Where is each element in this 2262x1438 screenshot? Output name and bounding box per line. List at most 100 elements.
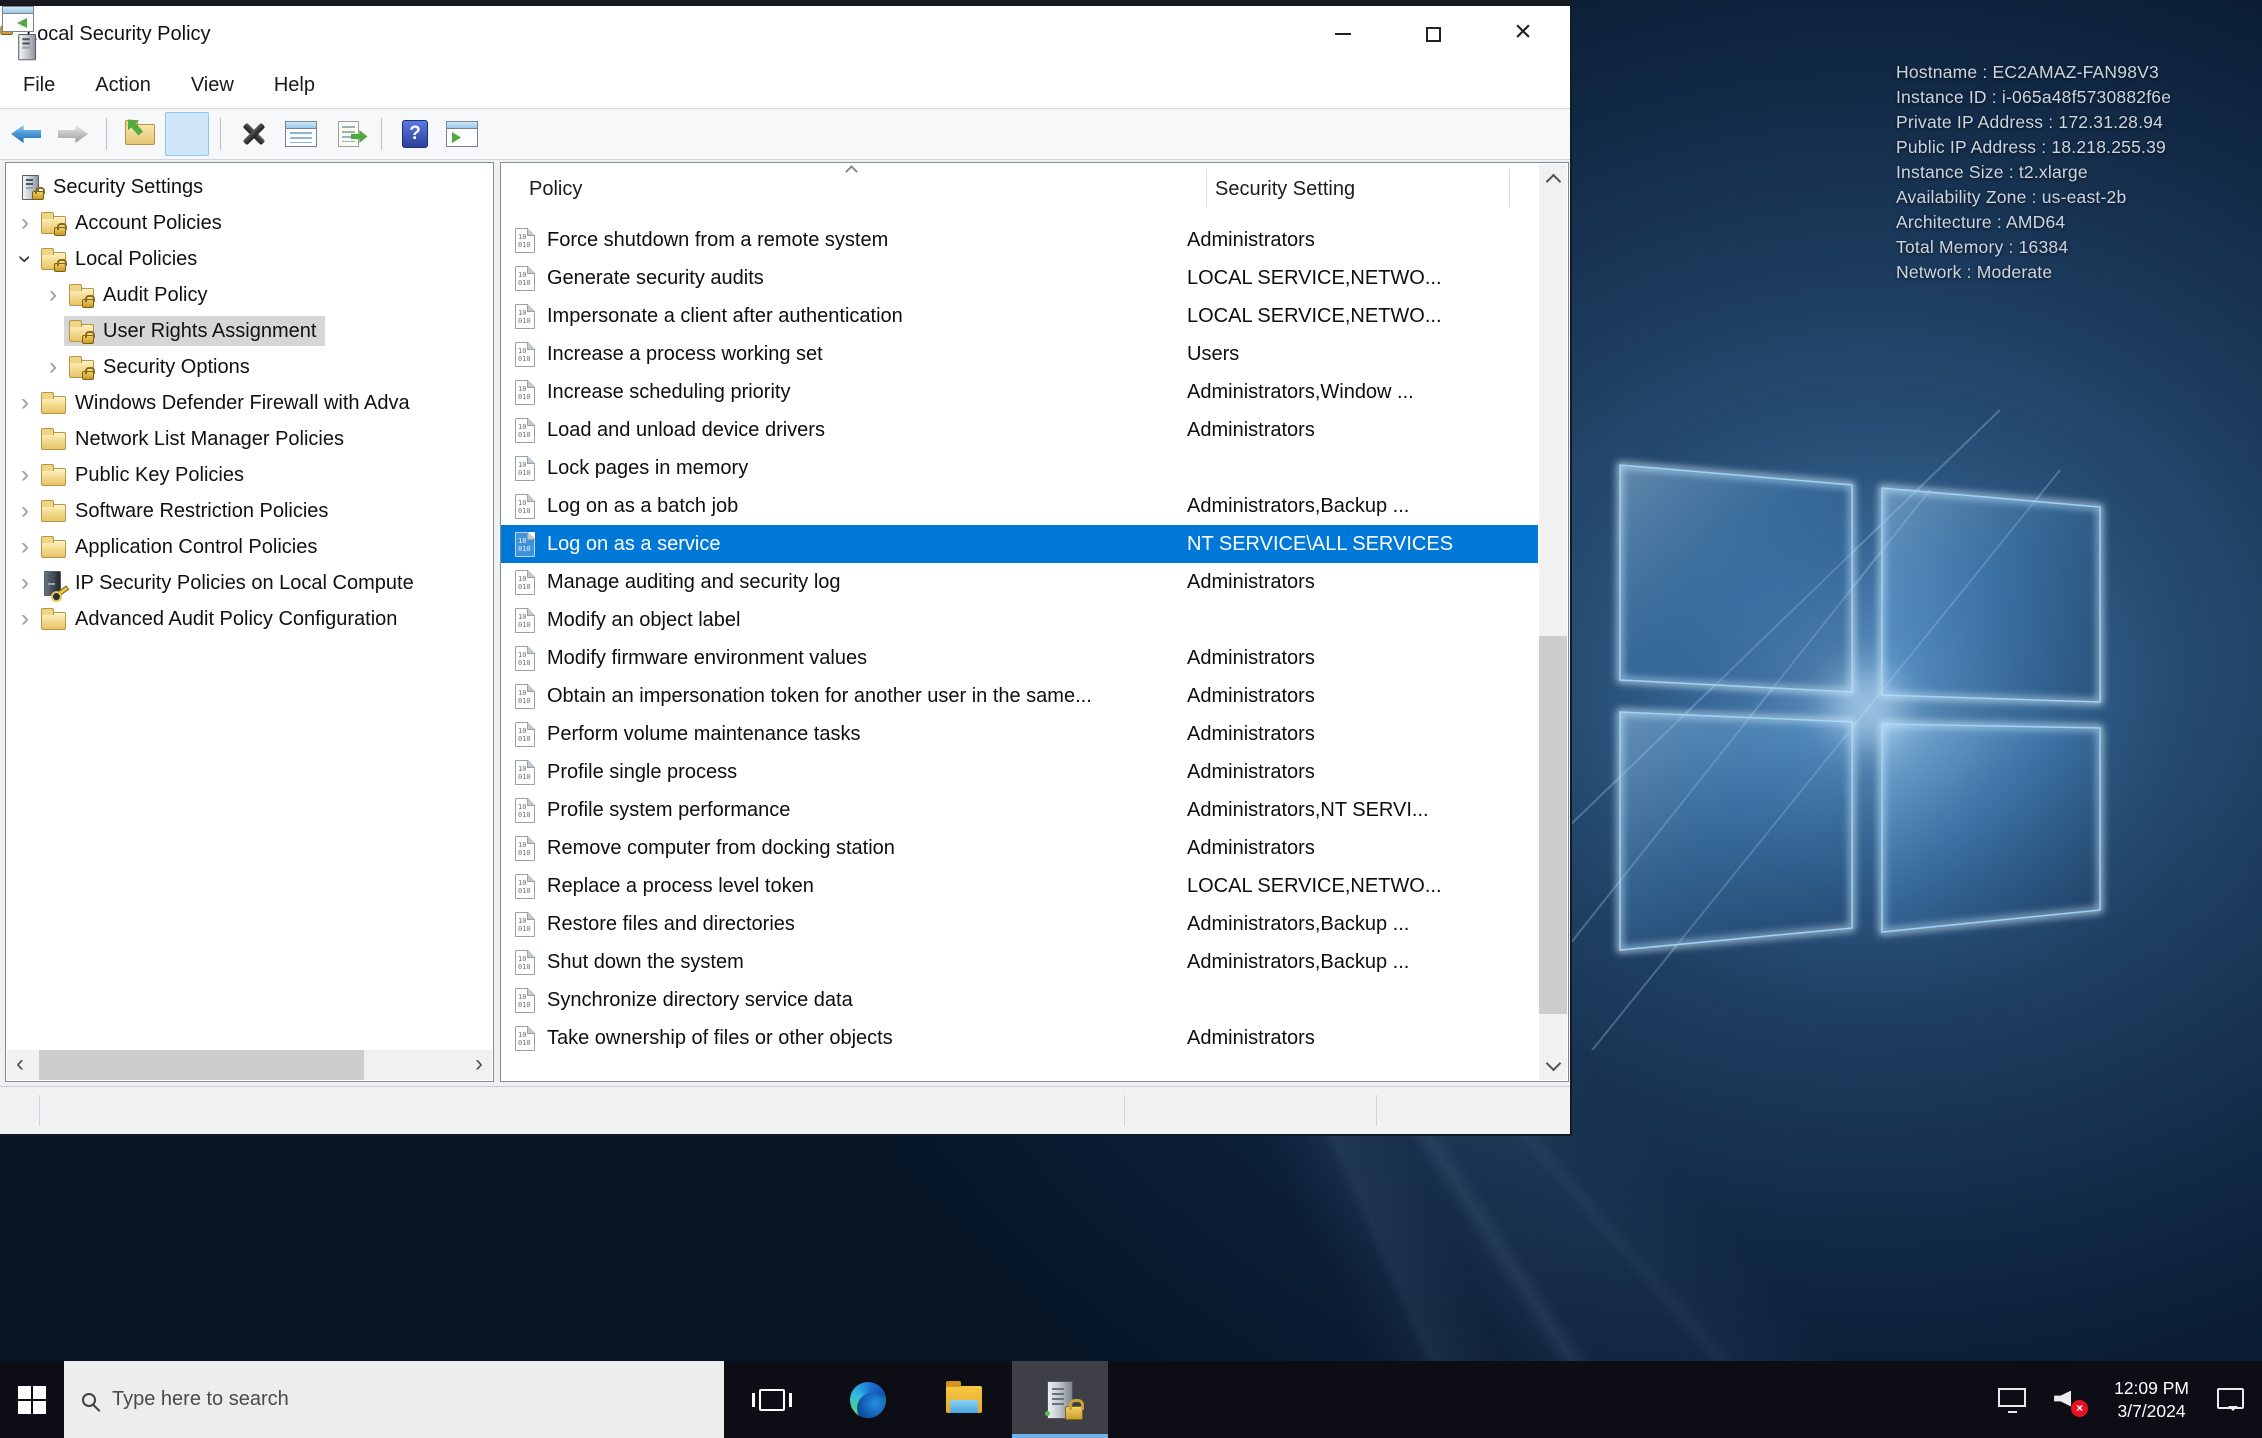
- tree-item[interactable]: Advanced Audit Policy Configuration: [8, 601, 491, 637]
- policy-row[interactable]: Shut down the system Administrators,Back…: [501, 943, 1538, 981]
- instance-info-line: Network : Moderate: [1896, 262, 2053, 282]
- policy-doc-icon: [515, 607, 535, 633]
- menu-action[interactable]: Action: [95, 74, 151, 97]
- policy-row[interactable]: Generate security audits LOCAL SERVICE,N…: [501, 259, 1538, 297]
- tree-item[interactable]: Software Restriction Policies: [8, 493, 491, 529]
- policy-row[interactable]: Log on as a service NT SERVICE\ALL SERVI…: [501, 525, 1538, 563]
- policy-row[interactable]: Obtain an impersonation token for anothe…: [501, 677, 1538, 715]
- policy-row[interactable]: Replace a process level token LOCAL SERV…: [501, 867, 1538, 905]
- tree-expander-icon[interactable]: [42, 284, 64, 306]
- tree-expander-icon[interactable]: [14, 428, 36, 450]
- task-view-button[interactable]: [724, 1361, 820, 1438]
- instance-info-line: Private IP Address : 172.31.28.94: [1896, 112, 2164, 132]
- toolbar-separator: [106, 118, 107, 150]
- tree-item[interactable]: Account Policies: [8, 205, 491, 241]
- policy-row[interactable]: Log on as a batch job Administrators,Bac…: [501, 487, 1538, 525]
- secpol-taskbar-button[interactable]: [1012, 1361, 1108, 1438]
- menu-file[interactable]: File: [23, 74, 55, 97]
- policy-row[interactable]: Profile system performance Administrator…: [501, 791, 1538, 829]
- menu-view[interactable]: View: [191, 74, 234, 97]
- close-button[interactable]: ×: [1478, 6, 1568, 62]
- tree-expander-icon[interactable]: [14, 392, 36, 414]
- column-divider[interactable]: [1509, 169, 1510, 207]
- list-vertical-scrollbar[interactable]: [1539, 164, 1567, 1080]
- policy-security-setting: NT SERVICE\ALL SERVICES: [1187, 532, 1454, 555]
- volume-muted-icon[interactable]: ×: [2054, 1387, 2089, 1417]
- policy-row[interactable]: Increase a process working set Users: [501, 335, 1538, 373]
- policy-row[interactable]: Remove computer from docking station Adm…: [501, 829, 1538, 867]
- tree-expander-icon[interactable]: [14, 500, 36, 522]
- policy-name: Increase scheduling priority: [547, 380, 791, 403]
- policy-row[interactable]: Impersonate a client after authenticatio…: [501, 297, 1538, 335]
- action-pane-toggle-button[interactable]: [440, 112, 484, 156]
- policy-security-setting: Administrators: [1187, 684, 1315, 707]
- tree-item[interactable]: Local Policies: [8, 241, 491, 277]
- tree-expander-icon[interactable]: [14, 536, 36, 558]
- tree-item[interactable]: Audit Policy: [8, 277, 491, 313]
- tree-item-icon: [40, 463, 67, 487]
- policy-row[interactable]: Profile single process Administrators: [501, 753, 1538, 791]
- column-divider[interactable]: [1206, 169, 1207, 207]
- policy-row[interactable]: Restore files and directories Administra…: [501, 905, 1538, 943]
- tree-item[interactable]: Network List Manager Policies: [8, 421, 491, 457]
- column-header-policy[interactable]: Policy: [529, 178, 582, 201]
- minimize-button[interactable]: [1298, 6, 1388, 62]
- help-button[interactable]: ?: [393, 112, 437, 156]
- export-list-button[interactable]: [326, 112, 370, 156]
- action-center-icon[interactable]: [2217, 1388, 2244, 1411]
- scroll-up-arrow-icon[interactable]: [1539, 164, 1567, 194]
- maximize-button[interactable]: [1388, 6, 1478, 62]
- tree-item[interactable]: Public Key Policies: [8, 457, 491, 493]
- policy-row[interactable]: Manage auditing and security log Adminis…: [501, 563, 1538, 601]
- tree-expander-icon[interactable]: [42, 320, 64, 342]
- tree-item[interactable]: User Rights Assignment: [8, 313, 491, 349]
- tree-expander-icon[interactable]: [14, 572, 36, 594]
- policy-row[interactable]: Increase scheduling priority Administrat…: [501, 373, 1538, 411]
- tree-item-label: Security Settings: [53, 175, 204, 198]
- file-explorer-button[interactable]: [916, 1361, 1012, 1438]
- network-icon[interactable]: [1998, 1388, 2027, 1413]
- horizontal-scroll-thumb[interactable]: [39, 1050, 364, 1080]
- policy-row[interactable]: Modify an object label: [501, 601, 1538, 639]
- back-button[interactable]: [4, 112, 48, 156]
- properties-button[interactable]: [279, 112, 323, 156]
- start-button[interactable]: [0, 1361, 64, 1438]
- scroll-right-arrow-icon[interactable]: ›: [466, 1050, 492, 1080]
- edge-browser-button[interactable]: [820, 1361, 916, 1438]
- tree-expander-icon[interactable]: [14, 464, 36, 486]
- console-tree-toggle-button[interactable]: [2, 6, 209, 156]
- title-bar[interactable]: Local Security Policy ×: [0, 6, 1570, 62]
- policy-name: Lock pages in memory: [547, 456, 749, 479]
- tree-item[interactable]: Application Control Policies: [8, 529, 491, 565]
- scroll-left-arrow-icon[interactable]: ‹: [7, 1050, 33, 1080]
- policy-row[interactable]: Force shutdown from a remote system Admi…: [501, 221, 1538, 259]
- taskbar-clock[interactable]: 12:09 PM 3/7/2024: [2114, 1377, 2189, 1423]
- policy-doc-icon: [515, 987, 535, 1013]
- scroll-down-arrow-icon[interactable]: [1539, 1050, 1567, 1080]
- policy-row[interactable]: Synchronize directory service data: [501, 981, 1538, 1019]
- tree-item-label: Network List Manager Policies: [75, 427, 344, 450]
- up-one-level-button[interactable]: [118, 112, 162, 156]
- tree-item[interactable]: Security Options: [8, 349, 491, 385]
- policy-row[interactable]: Perform volume maintenance tasks Adminis…: [501, 715, 1538, 753]
- tree-item[interactable]: Windows Defender Firewall with Adva: [8, 385, 491, 421]
- tree-item[interactable]: IP Security Policies on Local Compute: [8, 565, 491, 601]
- policy-security-setting: Administrators: [1187, 646, 1315, 669]
- tree-expander-icon[interactable]: [14, 608, 36, 630]
- policy-row[interactable]: Modify firmware environment values Admin…: [501, 639, 1538, 677]
- column-header-security-setting[interactable]: Security Setting: [1215, 178, 1355, 201]
- vertical-scroll-thumb[interactable]: [1539, 636, 1567, 1014]
- policy-row[interactable]: Take ownership of files or other objects…: [501, 1019, 1538, 1057]
- menu-help[interactable]: Help: [274, 74, 315, 97]
- policy-row[interactable]: Load and unload device drivers Administr…: [501, 411, 1538, 449]
- policy-row[interactable]: Lock pages in memory: [501, 449, 1538, 487]
- delete-button[interactable]: [232, 112, 276, 156]
- tree-item[interactable]: Security Settings: [8, 169, 491, 205]
- menu-bar: File Action View Help: [0, 62, 1570, 108]
- tree-horizontal-scrollbar[interactable]: ‹ ›: [7, 1050, 492, 1080]
- tree-expander-icon[interactable]: [14, 248, 36, 270]
- tree-expander-icon[interactable]: [14, 212, 36, 234]
- forward-button[interactable]: [51, 112, 95, 156]
- tree-expander-icon[interactable]: [42, 356, 64, 378]
- taskbar-search-input[interactable]: Type here to search: [64, 1361, 724, 1438]
